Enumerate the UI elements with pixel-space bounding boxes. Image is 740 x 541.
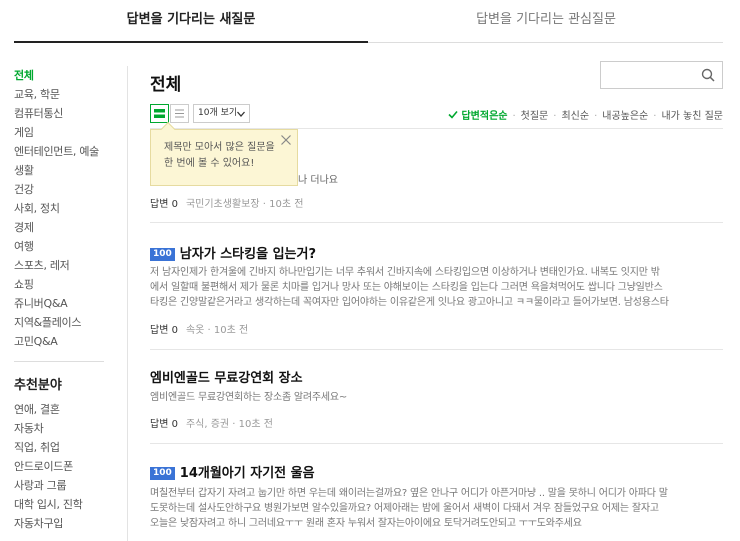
- tooltip-line-1: 제목만 모아서 많은 질문을: [164, 142, 275, 153]
- sidebar-item-job[interactable]: 직업, 취업: [14, 438, 114, 457]
- sidebar-item-health[interactable]: 건강: [14, 180, 114, 199]
- list-view-icon: [175, 109, 184, 118]
- chevron-down-icon: [237, 111, 245, 117]
- sidebar-item-shopping[interactable]: 쇼핑: [14, 275, 114, 294]
- question-meta: 답변 0 주식, 증권 · 10초 전: [150, 415, 273, 430]
- points-badge: 100: [150, 248, 175, 261]
- sidebar-item-car[interactable]: 자동차: [14, 419, 114, 438]
- question-title[interactable]: 엠비엔골드 무료강연회 장소: [150, 367, 303, 386]
- question-meta: 답변 0 속옷 · 10초 전: [150, 321, 248, 336]
- sidebar-item-all[interactable]: 전체: [14, 66, 114, 85]
- sidebar-item-worry[interactable]: 고민Q&A: [14, 332, 114, 351]
- question-title-text: 14개월아기 자기전 울음: [179, 466, 315, 481]
- sidebar-item-university[interactable]: 대학 입시, 진학: [14, 495, 114, 514]
- question-body-line: 도못하는데 설사도안하구요 병원가보면 알수있을까요? 어제아래는 밤에 울어서…: [150, 503, 659, 514]
- check-icon: [448, 110, 458, 119]
- question-body: 저 남자인제가 한겨울에 긴바지 하나만입기는 너무 추워서 긴바지속에 스타킹…: [150, 265, 723, 310]
- page-size-label: 10개 보기: [198, 108, 238, 118]
- sidebar-item-education[interactable]: 교육, 학문: [14, 85, 114, 104]
- tooltip-arrow: [160, 121, 176, 137]
- view-card-button[interactable]: [150, 104, 169, 123]
- search-input[interactable]: [607, 62, 702, 88]
- answer-count: 답변 0: [150, 419, 178, 430]
- question-divider: [150, 443, 723, 444]
- sidebar-item-economy[interactable]: 경제: [14, 218, 114, 237]
- sidebar-separator: [127, 66, 128, 541]
- sort-separator: ·: [553, 111, 557, 122]
- question-category-time: 국민기초생활보장 · 10초 전: [185, 199, 304, 210]
- question-body: 엠비엔골드 무료강연회하는 장소좀 알려주세요~: [150, 390, 723, 405]
- sidebar-item-love-group[interactable]: 사랑과 그룹: [14, 476, 114, 495]
- answer-count: 답변 0: [150, 325, 178, 336]
- sidebar-item-love[interactable]: 연애, 결혼: [14, 400, 114, 419]
- sidebar-item-society[interactable]: 사회, 정치: [14, 199, 114, 218]
- sidebar-item-local[interactable]: 지역&플레이스: [14, 313, 114, 332]
- sort-separator: ·: [512, 111, 516, 122]
- question-body: 나 더나요: [298, 175, 338, 186]
- question-body-line: 저 남자인제가 한겨울에 긴바지 하나만입기는 너무 추워서 긴바지속에 스타킹…: [150, 267, 660, 278]
- sort-fewest-answers[interactable]: 답변적은순: [461, 107, 507, 122]
- sort-separator: ·: [653, 111, 657, 122]
- question-body-line: 엠비엔골드 무료강연회하는 장소좀 알려주세요~: [150, 392, 348, 403]
- search-box: [600, 61, 723, 89]
- tab-interest-questions[interactable]: 답변을 기다리는 관심질문: [369, 0, 723, 43]
- sort-highest-points[interactable]: 내공높은순: [602, 107, 648, 122]
- question-body-line: 에서 일할때 불편해서 제가 물론 치마를 입거나 망사 또는 야해보이는 스타…: [150, 282, 663, 293]
- sidebar-item-entertainment[interactable]: 엔터테인먼트, 예술: [14, 142, 114, 161]
- page-title: 전체: [150, 75, 182, 95]
- sidebar-divider: [14, 361, 104, 362]
- top-tabs: 답변을 기다리는 새질문 답변을 기다리는 관심질문: [14, 0, 723, 43]
- question-title-text: 남자가 스타킹을 입는거?: [179, 247, 316, 262]
- sort-options: 답변적은순 · 첫질문 · 최신순 · 내공높은순 · 내가 놓친 질문: [430, 107, 723, 122]
- question-body: 며칠전부터 갑자기 자려고 눕기만 하면 우는데 왜이러는걸까요? 옆은 안나구…: [150, 486, 723, 531]
- sidebar-item-juniver[interactable]: 쥬니버Q&A: [14, 294, 114, 313]
- search-icon[interactable]: [700, 67, 716, 83]
- question-divider: [150, 222, 723, 223]
- sidebar-item-travel[interactable]: 여행: [14, 237, 114, 256]
- question-category-time: 주식, 증권 · 10초 전: [185, 419, 273, 430]
- question-body-line: 오늘은 낮잠자려고 하니 그러네요ㅜㅜ 원래 혼자 누워서 잘자는아이에요 토닥…: [150, 518, 582, 529]
- question-title-text: 엠비엔골드 무료강연회 장소: [150, 371, 303, 386]
- tooltip-line-2: 한 번에 볼 수 있어요!: [164, 158, 255, 169]
- question-divider: [150, 349, 723, 350]
- sort-separator: ·: [594, 111, 598, 122]
- question-meta: 답변 0 국민기초생활보장 · 10초 전: [150, 195, 303, 210]
- question-body-line: 며칠전부터 갑자기 자려고 눕기만 하면 우는데 왜이러는걸까요? 옆은 안나구…: [150, 488, 668, 499]
- sidebar-item-car-buy[interactable]: 자동차구입: [14, 514, 114, 533]
- sort-missed-questions[interactable]: 내가 놓친 질문: [661, 107, 723, 122]
- sidebar-item-computer[interactable]: 컴퓨터통신: [14, 104, 114, 123]
- question-category-time: 속옷 · 10초 전: [185, 325, 249, 336]
- tab-new-questions[interactable]: 답변을 기다리는 새질문: [14, 0, 368, 43]
- card-view-icon: [154, 109, 165, 118]
- sidebar: 전체 교육, 학문 컴퓨터통신 게임 엔터테인먼트, 예술 생활 건강 사회, …: [14, 66, 114, 533]
- sidebar-item-android[interactable]: 안드로이드폰: [14, 457, 114, 476]
- sort-latest[interactable]: 최신순: [561, 107, 589, 122]
- question-body-line: 타킹은 긴양말같은거라고 생각하는데 꼭여자만 입어야하는 이유같은게 잇나요 …: [150, 297, 669, 308]
- points-badge: 100: [150, 467, 175, 480]
- sidebar-item-life[interactable]: 생활: [14, 161, 114, 180]
- question-title[interactable]: 100 남자가 스타킹을 입는거?: [150, 243, 316, 262]
- answer-count: 답변 0: [150, 199, 178, 210]
- close-icon[interactable]: [280, 134, 292, 146]
- sidebar-item-sports[interactable]: 스포츠, 레저: [14, 256, 114, 275]
- page-size-select[interactable]: 10개 보기: [193, 104, 250, 123]
- view-list-button[interactable]: [170, 104, 189, 123]
- sidebar-recommended-heading: 추천분야: [14, 378, 62, 393]
- question-title[interactable]: 100 14개월아기 자기전 울음: [150, 462, 315, 481]
- sort-first-question[interactable]: 첫질문: [521, 107, 549, 122]
- tooltip: 제목만 모아서 많은 질문을 한 번에 볼 수 있어요!: [150, 121, 298, 186]
- sidebar-item-game[interactable]: 게임: [14, 123, 114, 142]
